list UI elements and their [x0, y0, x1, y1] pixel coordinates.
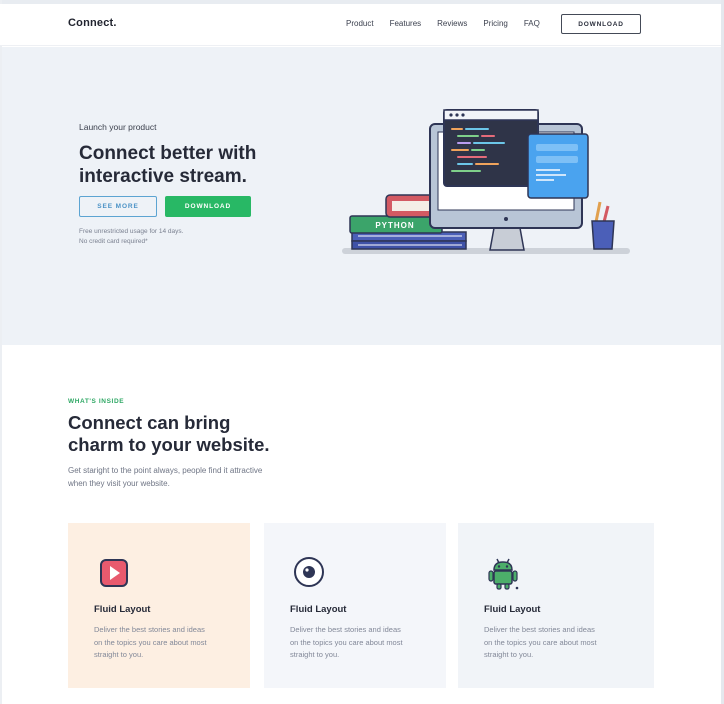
hero-download-button[interactable]: DOWNLOAD: [165, 196, 251, 217]
nav-link-reviews[interactable]: Reviews: [437, 19, 467, 28]
feature-card-title: Fluid Layout: [484, 604, 541, 615]
section-kicker: WHAT'S INSIDE: [68, 398, 125, 405]
android-icon: [488, 558, 519, 590]
section-title-line-1: Connect can bring: [68, 412, 231, 433]
hero-title-line-2: interactive stream.: [79, 166, 247, 187]
hero-note-line-1: Free unrestricted usage for 14 days.: [79, 228, 184, 235]
feature-card-description-line: on the topics you care about most: [290, 637, 403, 647]
feature-card-description: Deliver the best stories and ideas on th…: [484, 624, 624, 662]
feature-card-description-line: straight to you.: [94, 650, 144, 659]
section-title: Connect can bring charm to your website.: [68, 412, 368, 456]
feature-card-description-line: on the topics you care about most: [484, 637, 597, 647]
feature-card-description-line: straight to you.: [484, 650, 534, 659]
nav-link-product[interactable]: Product: [346, 19, 374, 28]
feature-card-description-line: Deliver the best stories and ideas: [94, 625, 205, 634]
nav-link-pricing[interactable]: Pricing: [483, 19, 507, 28]
feature-card-1: Fluid Layout Deliver the best stories an…: [68, 523, 250, 688]
python-book-label: PYTHON: [375, 221, 414, 230]
section-description: Get staright to the point always, people…: [68, 464, 328, 490]
nav-links: Product Features Reviews Pricing FAQ: [346, 19, 556, 28]
hero-eyebrow: Launch your product: [79, 122, 157, 132]
see-more-button[interactable]: SEE MORE: [79, 196, 157, 217]
hero-title: Connect better with interactive stream.: [79, 142, 339, 188]
feature-card-description-line: Deliver the best stories and ideas: [484, 625, 595, 634]
top-navbar: Connect. Product Features Reviews Pricin…: [0, 4, 721, 46]
nav-download-button[interactable]: DOWNLOAD: [561, 14, 641, 34]
nav-link-faq[interactable]: FAQ: [524, 19, 540, 28]
brand-logo[interactable]: Connect.: [68, 17, 117, 29]
video-play-icon: [100, 559, 128, 587]
feature-card-title: Fluid Layout: [94, 604, 151, 615]
section-title-line-2: charm to your website.: [68, 434, 270, 455]
feature-card-title: Fluid Layout: [290, 604, 347, 615]
feature-card-description-line: on the topics you care about most: [94, 637, 207, 647]
nav-link-features[interactable]: Features: [390, 19, 422, 28]
hero-note-line-2: No credit card required*: [79, 238, 148, 245]
section-description-line-1: Get staright to the point always, people…: [68, 466, 263, 475]
hero-note: Free unrestricted usage for 14 days. No …: [79, 227, 183, 247]
feature-card-3: Fluid Layout Deliver the best stories an…: [458, 523, 654, 688]
feature-card-description-line: Deliver the best stories and ideas: [290, 625, 401, 634]
feature-card-description-line: straight to you.: [290, 650, 340, 659]
feature-card-2: Fluid Layout Deliver the best stories an…: [264, 523, 446, 688]
camera-lens-icon: [294, 557, 324, 587]
feature-card-description: Deliver the best stories and ideas on th…: [94, 624, 234, 662]
pencil-cup-icon: [591, 201, 615, 250]
section-description-line-2: when they visit your website.: [68, 479, 170, 488]
feature-card-description: Deliver the best stories and ideas on th…: [290, 624, 430, 662]
hero-title-line-1: Connect better with: [79, 143, 257, 164]
hero-illustration: PYTHON: [342, 109, 630, 254]
